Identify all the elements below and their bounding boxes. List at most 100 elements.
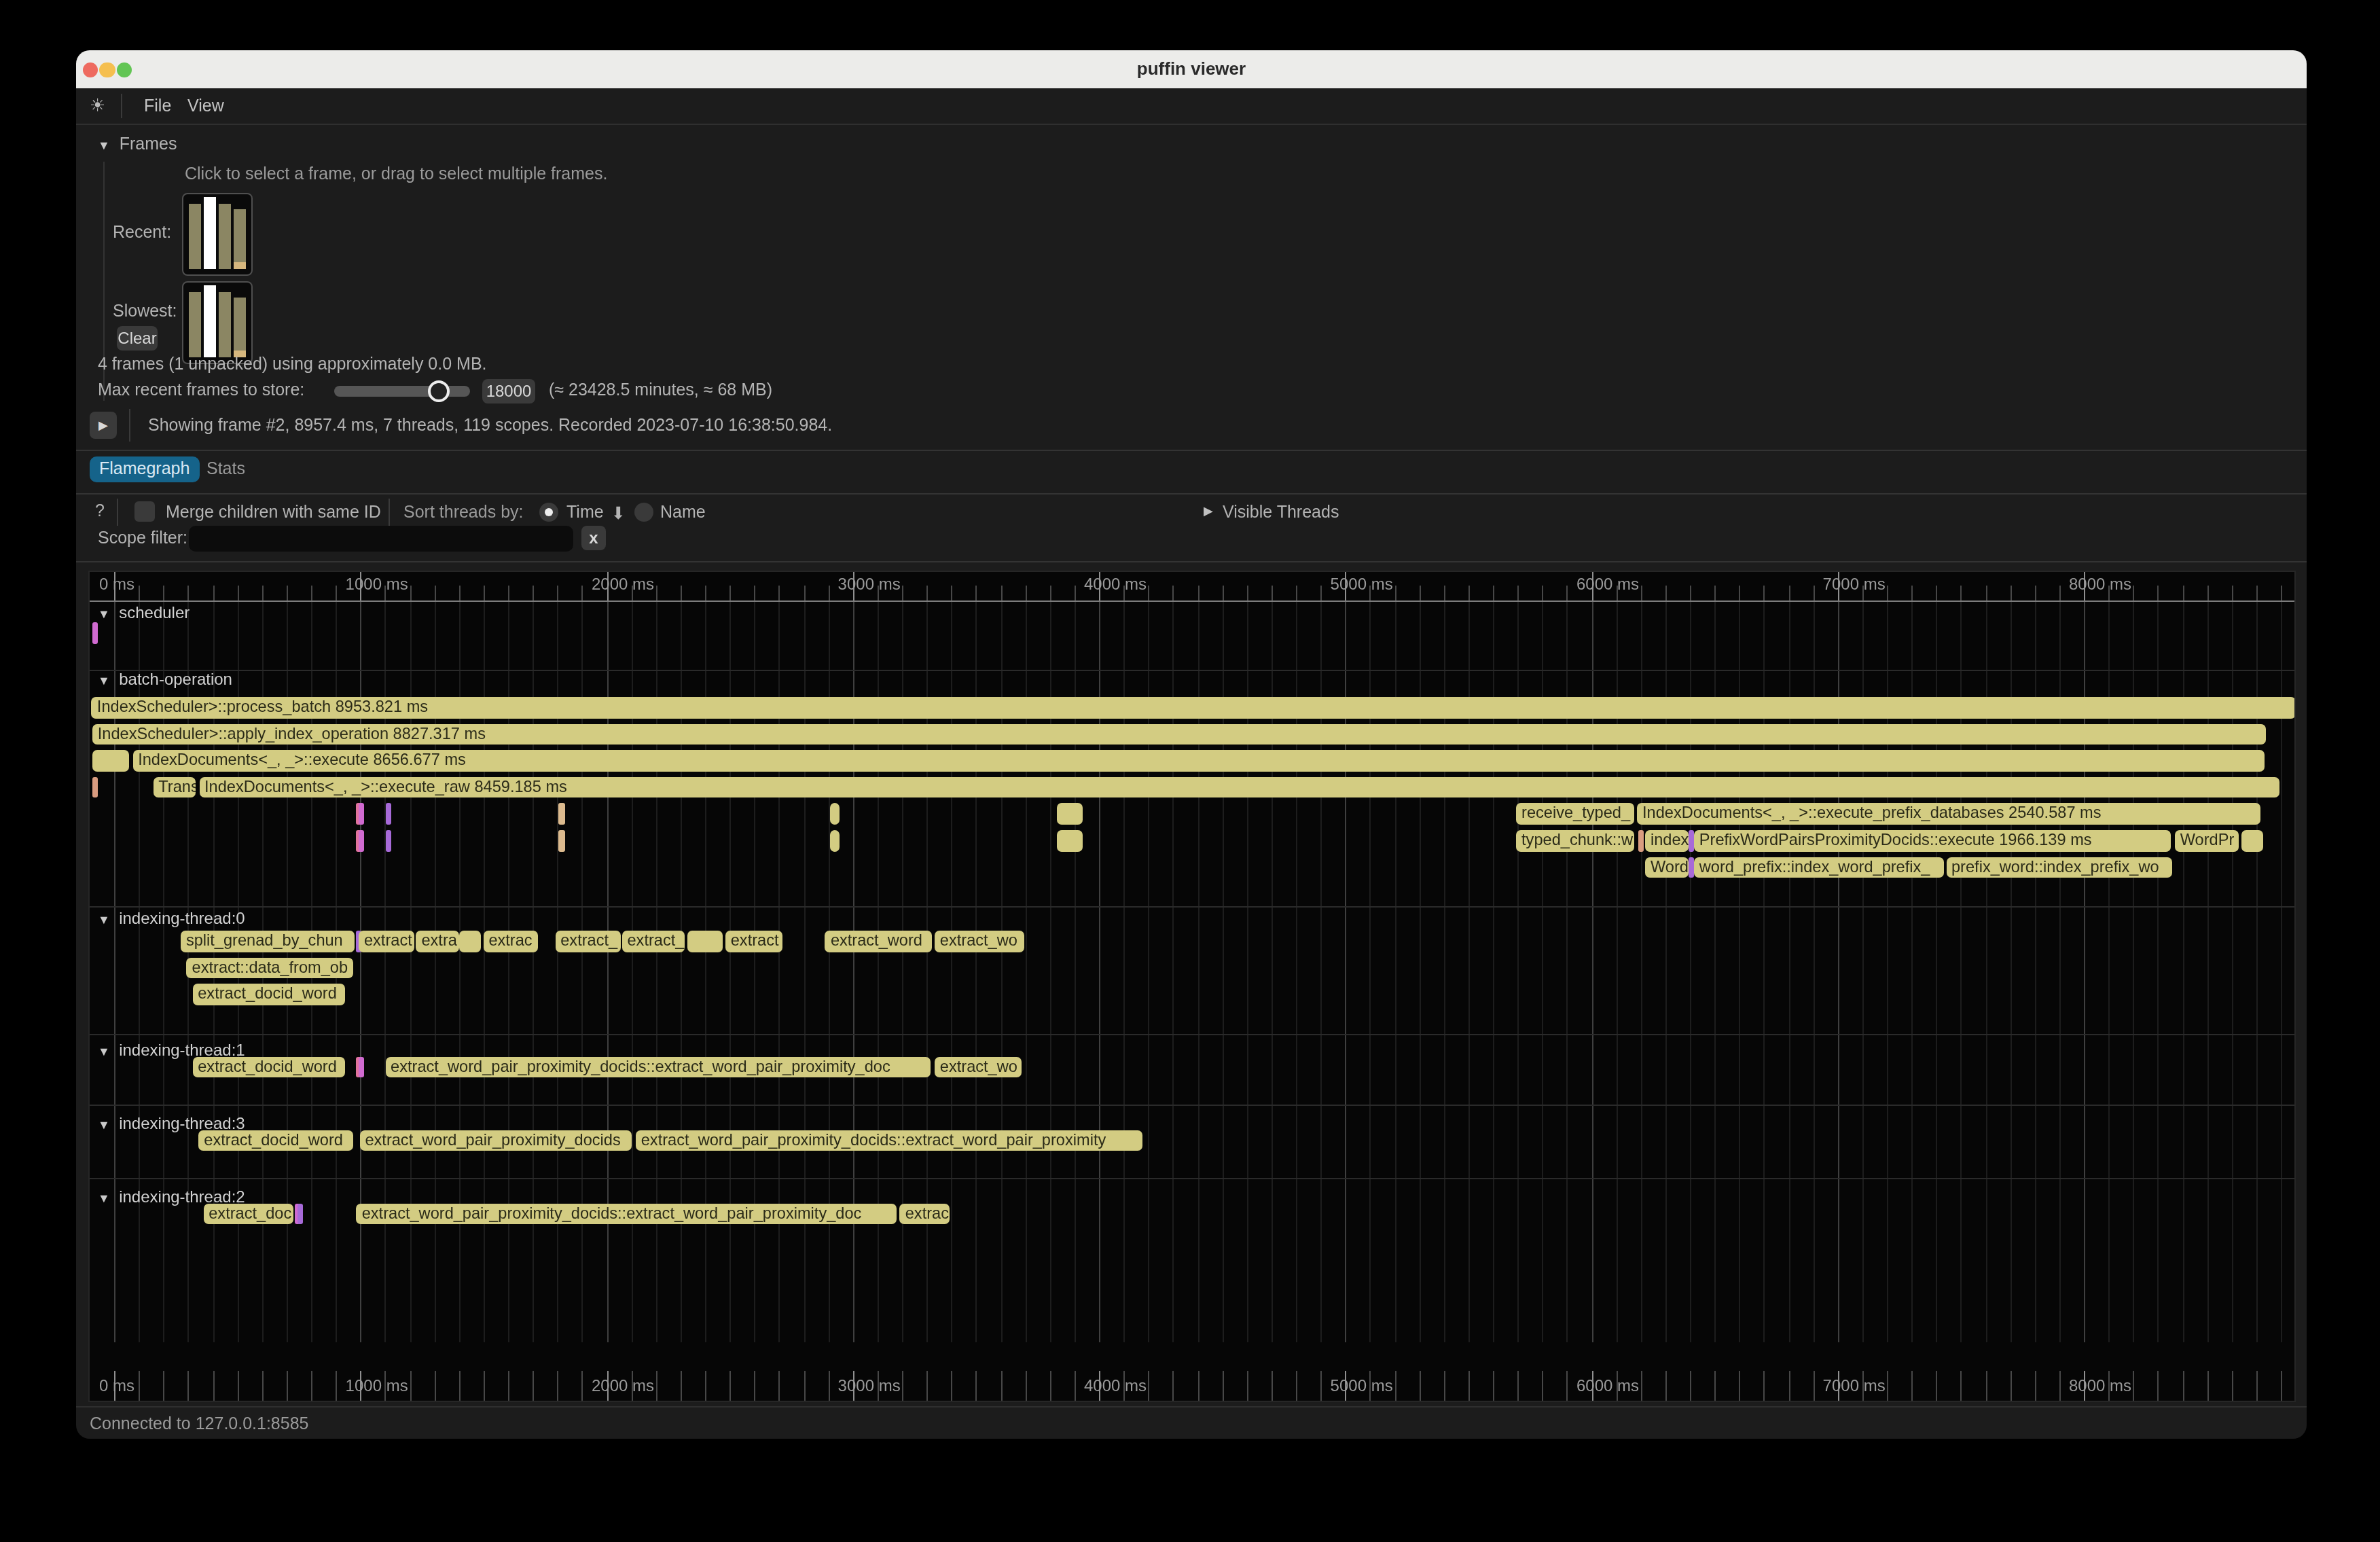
max-frames-value[interactable]: 18000 (482, 379, 535, 404)
flame-scope-bar[interactable]: extract (725, 931, 783, 952)
grid-tick (213, 1371, 214, 1402)
frame-bar-selected[interactable] (204, 285, 216, 357)
flame-scope-bar[interactable] (359, 830, 364, 851)
sort-time-label[interactable]: Time (566, 503, 604, 522)
sort-time-radio[interactable] (539, 502, 558, 521)
theme-icon[interactable]: ☀ (90, 88, 105, 124)
time-tick-label: 8000 ms (2069, 1376, 2131, 1395)
flame-scope-bar[interactable]: extract_word_pair_proximity_docids::extr… (385, 1057, 930, 1078)
flame-scope-bar[interactable] (830, 830, 840, 851)
flame-scope-bar[interactable]: extract_wo (935, 931, 1024, 952)
flame-scope-bar[interactable]: split_grenad_by_chun (181, 931, 355, 952)
frame-bar-selected[interactable] (204, 197, 216, 269)
merge-checkbox[interactable] (134, 501, 155, 522)
flame-scope-bar[interactable]: extract::data_from_ob (187, 957, 353, 978)
play-button[interactable]: ▶ (90, 412, 117, 439)
flame-scope-bar[interactable] (298, 1204, 303, 1225)
flame-scope-bar[interactable]: extra (416, 931, 458, 952)
sort-name-radio[interactable] (634, 502, 653, 521)
menu-file[interactable]: File (144, 88, 171, 124)
flame-scope-bar[interactable] (92, 750, 129, 771)
flame-scope-bar[interactable]: extrac (483, 931, 537, 952)
slowest-frames-thumbnail[interactable] (182, 281, 253, 364)
flame-scope-bar[interactable]: IndexDocuments<_, _>::execute 8656.677 m… (132, 750, 2264, 771)
frame-bar[interactable] (219, 204, 231, 269)
tab-flamegraph[interactable]: Flamegraph (90, 456, 199, 482)
flame-scope-bar[interactable]: Word (1645, 857, 1688, 878)
flame-scope-bar[interactable]: PrefixWordPairsProximityDocids::execute … (1694, 830, 2171, 851)
frame-bar[interactable] (234, 298, 246, 357)
flame-scope-bar[interactable]: IndexScheduler>::apply_index_operation 8… (92, 723, 2266, 745)
flame-scope-bar[interactable] (687, 931, 722, 952)
max-frames-slider-knob[interactable] (428, 380, 450, 402)
flame-scope-bar[interactable]: extract (359, 931, 415, 952)
scope-filter-clear-button[interactable]: x (581, 526, 606, 550)
grid-tick (533, 586, 534, 600)
flame-scope-bar[interactable]: extract_docid_word (192, 1057, 345, 1078)
flame-scope-bar[interactable]: extract_word_pair_proximity_docids::extr… (636, 1130, 1142, 1151)
flame-scope-bar[interactable] (460, 931, 482, 952)
frame-bar[interactable] (219, 292, 231, 357)
grid-tick (1394, 1371, 1396, 1402)
flame-scope-bar[interactable]: IndexScheduler>::process_batch 8953.821 … (92, 697, 2296, 718)
tab-stats[interactable]: Stats (197, 456, 255, 482)
flame-scope-bar[interactable] (1056, 804, 1082, 825)
flame-scope-bar[interactable] (1056, 830, 1082, 851)
flame-scope-bar[interactable] (359, 1057, 364, 1078)
sort-direction-icon[interactable]: ⬇ (611, 503, 626, 523)
recent-frames-thumbnail[interactable] (182, 193, 253, 276)
flame-scope-bar[interactable] (92, 777, 97, 798)
flame-scope-bar[interactable] (1638, 830, 1644, 851)
flame-scope-bar[interactable]: receive_typed_ (1516, 804, 1634, 825)
flame-scope-bar[interactable]: extract_word (825, 931, 932, 952)
flame-scope-bar[interactable]: WordPr (2175, 830, 2239, 851)
frame-bar[interactable] (234, 209, 246, 269)
flame-scope-bar[interactable]: word_prefix::index_word_prefix_ (1694, 857, 1943, 878)
flame-scope-bar[interactable] (2242, 830, 2263, 851)
frame-bar[interactable] (189, 204, 201, 269)
flame-scope-bar[interactable]: extract_docid_word (198, 1130, 353, 1151)
flame-scope-bar[interactable]: Trans (153, 777, 196, 798)
flame-scope-bar[interactable] (359, 804, 364, 825)
grid-tick (1961, 1371, 1962, 1402)
flame-scope-bar[interactable] (1689, 830, 1694, 851)
flame-scope-bar[interactable] (386, 804, 392, 825)
grid-tick (902, 586, 903, 600)
flame-scope-bar[interactable]: index (1645, 830, 1688, 851)
merge-checkbox-label[interactable]: Merge children with same ID (166, 503, 381, 522)
sort-name-label[interactable]: Name (660, 503, 706, 522)
scope-filter-input[interactable] (189, 526, 573, 552)
thread-header[interactable]: ▼ indexing-thread:0 (98, 910, 245, 928)
visible-threads-header[interactable]: Visible Threads (1223, 503, 1339, 522)
visible-threads-collapse-icon[interactable]: ▶ (1204, 504, 1213, 518)
help-button[interactable]: ? (95, 501, 105, 520)
flame-scope-bar[interactable]: IndexDocuments<_, _>::execute_raw 8459.1… (199, 777, 2279, 798)
flame-scope-bar[interactable]: prefix_word::index_prefix_wo (1946, 857, 2173, 878)
flame-scope-bar[interactable] (1689, 857, 1694, 878)
title-bar[interactable]: puffin viewer (76, 50, 2307, 88)
flame-scope-bar[interactable]: typed_chunk::w (1516, 830, 1634, 851)
flame-scope-bar[interactable]: extract_ (621, 931, 684, 952)
flame-scope-bar[interactable]: extract_word_pair_proximity_docids (359, 1130, 631, 1151)
flame-scope-bar[interactable]: extract_ (555, 931, 620, 952)
flame-scope-bar[interactable] (558, 830, 565, 851)
frames-section-header[interactable]: ▼ Frames (98, 135, 177, 154)
flame-scope-bar[interactable] (92, 622, 97, 643)
thread-header[interactable]: ▼ batch-operation (98, 671, 232, 689)
flame-scope-bar[interactable]: IndexDocuments<_, _>::execute_prefix_dat… (1637, 804, 2260, 825)
flame-scope-bar[interactable] (386, 830, 392, 851)
thread-header[interactable]: ▼ scheduler (98, 605, 190, 622)
flame-scope-bar[interactable] (558, 804, 565, 825)
flame-scope-bar[interactable]: extract_docid_word (192, 984, 345, 1005)
clear-button[interactable]: Clear (117, 326, 158, 351)
max-frames-slider[interactable] (334, 386, 470, 397)
flame-scope-bar[interactable]: extrac (900, 1204, 950, 1225)
flame-scope-bar[interactable]: extract_doc (203, 1204, 293, 1225)
frame-bar[interactable] (189, 292, 201, 357)
menu-view[interactable]: View (187, 88, 224, 124)
flamegraph-canvas[interactable]: 0 ms0 ms1000 ms1000 ms2000 ms2000 ms3000… (88, 571, 2296, 1402)
flame-scope-bar[interactable] (830, 804, 840, 825)
flame-scope-bar[interactable]: extract_word_pair_proximity_docids::extr… (357, 1204, 897, 1225)
grid-tick (2207, 586, 2208, 600)
flame-scope-bar[interactable]: extract_wo (935, 1057, 1022, 1078)
